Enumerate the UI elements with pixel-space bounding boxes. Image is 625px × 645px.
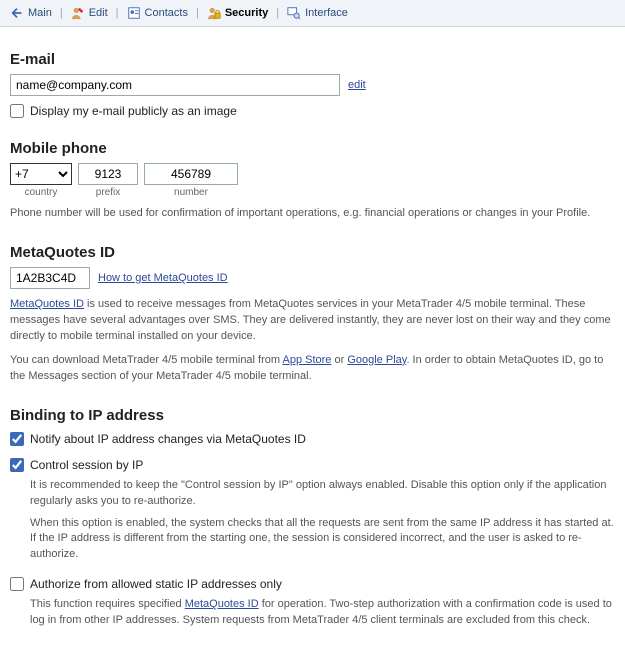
ip-static-help-pre: This function requires specified: [30, 598, 185, 610]
ip-static-mqid-link[interactable]: MetaQuotes ID: [185, 598, 259, 610]
email-heading: E-mail: [10, 51, 615, 68]
phone-prefix-input[interactable]: [78, 163, 138, 185]
ip-static-label: Authorize from allowed static IP address…: [30, 577, 282, 591]
phone-heading: Mobile phone: [10, 140, 615, 157]
phone-help-text: Phone number will be used for confirmati…: [10, 206, 615, 222]
appstore-link[interactable]: App Store: [283, 354, 332, 366]
phone-number-input[interactable]: [144, 163, 238, 185]
tab-bar: Main | Edit | Contacts | Security | Inte…: [0, 0, 625, 27]
ip-control-help2: When this option is enabled, the system …: [10, 516, 615, 564]
ip-control-checkbox[interactable]: [10, 458, 24, 472]
googleplay-link[interactable]: Google Play: [347, 354, 406, 366]
interface-magnifier-icon: [287, 6, 301, 20]
tab-interface-label: Interface: [305, 7, 348, 19]
mq-para2-or: or: [331, 354, 347, 366]
tab-contacts-label: Contacts: [145, 7, 188, 19]
tab-contacts[interactable]: Contacts: [123, 4, 192, 22]
mq-para2-pre: You can download MetaTrader 4/5 mobile t…: [10, 354, 283, 366]
tab-security[interactable]: Security: [203, 4, 272, 22]
mq-howto-link[interactable]: How to get MetaQuotes ID: [98, 272, 228, 284]
display-email-public-label: Display my e-mail publicly as an image: [30, 104, 237, 118]
ip-control-label: Control session by IP: [30, 458, 143, 472]
mq-id-link[interactable]: MetaQuotes ID: [10, 298, 84, 310]
ip-notify-label: Notify about IP address changes via Meta…: [30, 432, 306, 446]
tab-separator: |: [194, 7, 201, 19]
phone-country-select[interactable]: +7: [10, 163, 72, 185]
tab-edit[interactable]: Edit: [67, 4, 112, 22]
tab-edit-label: Edit: [89, 7, 108, 19]
back-arrow-icon: [10, 6, 24, 20]
tab-separator: |: [274, 7, 281, 19]
mq-para2: You can download MetaTrader 4/5 mobile t…: [10, 353, 615, 385]
phone-prefix-sublabel: prefix: [96, 187, 120, 198]
tab-separator: |: [114, 7, 121, 19]
email-input[interactable]: [10, 74, 340, 96]
mq-para1: MetaQuotes ID is used to receive message…: [10, 297, 615, 345]
phone-number-sublabel: number: [174, 187, 208, 198]
tab-separator: |: [58, 7, 65, 19]
security-lock-icon: [207, 6, 221, 20]
ip-control-help1: It is recommended to keep the "Control s…: [10, 478, 615, 510]
content-area: E-mail edit Display my e-mail publicly a…: [0, 27, 625, 645]
tab-security-label: Security: [225, 7, 268, 19]
tab-interface[interactable]: Interface: [283, 4, 352, 22]
ip-heading: Binding to IP address: [10, 407, 615, 424]
display-email-public-checkbox[interactable]: [10, 104, 24, 118]
mq-id-input[interactable]: [10, 267, 90, 289]
user-edit-icon: [71, 6, 85, 20]
mq-para1-text: is used to receive messages from MetaQuo…: [10, 298, 611, 342]
tab-main-label: Main: [28, 7, 52, 19]
phone-country-sublabel: country: [25, 187, 58, 198]
mq-heading: MetaQuotes ID: [10, 244, 615, 261]
ip-static-help: This function requires specified MetaQuo…: [10, 597, 615, 629]
contacts-icon: [127, 6, 141, 20]
ip-notify-checkbox[interactable]: [10, 432, 24, 446]
email-edit-link[interactable]: edit: [348, 79, 366, 91]
tab-main[interactable]: Main: [6, 4, 56, 22]
ip-static-checkbox[interactable]: [10, 577, 24, 591]
